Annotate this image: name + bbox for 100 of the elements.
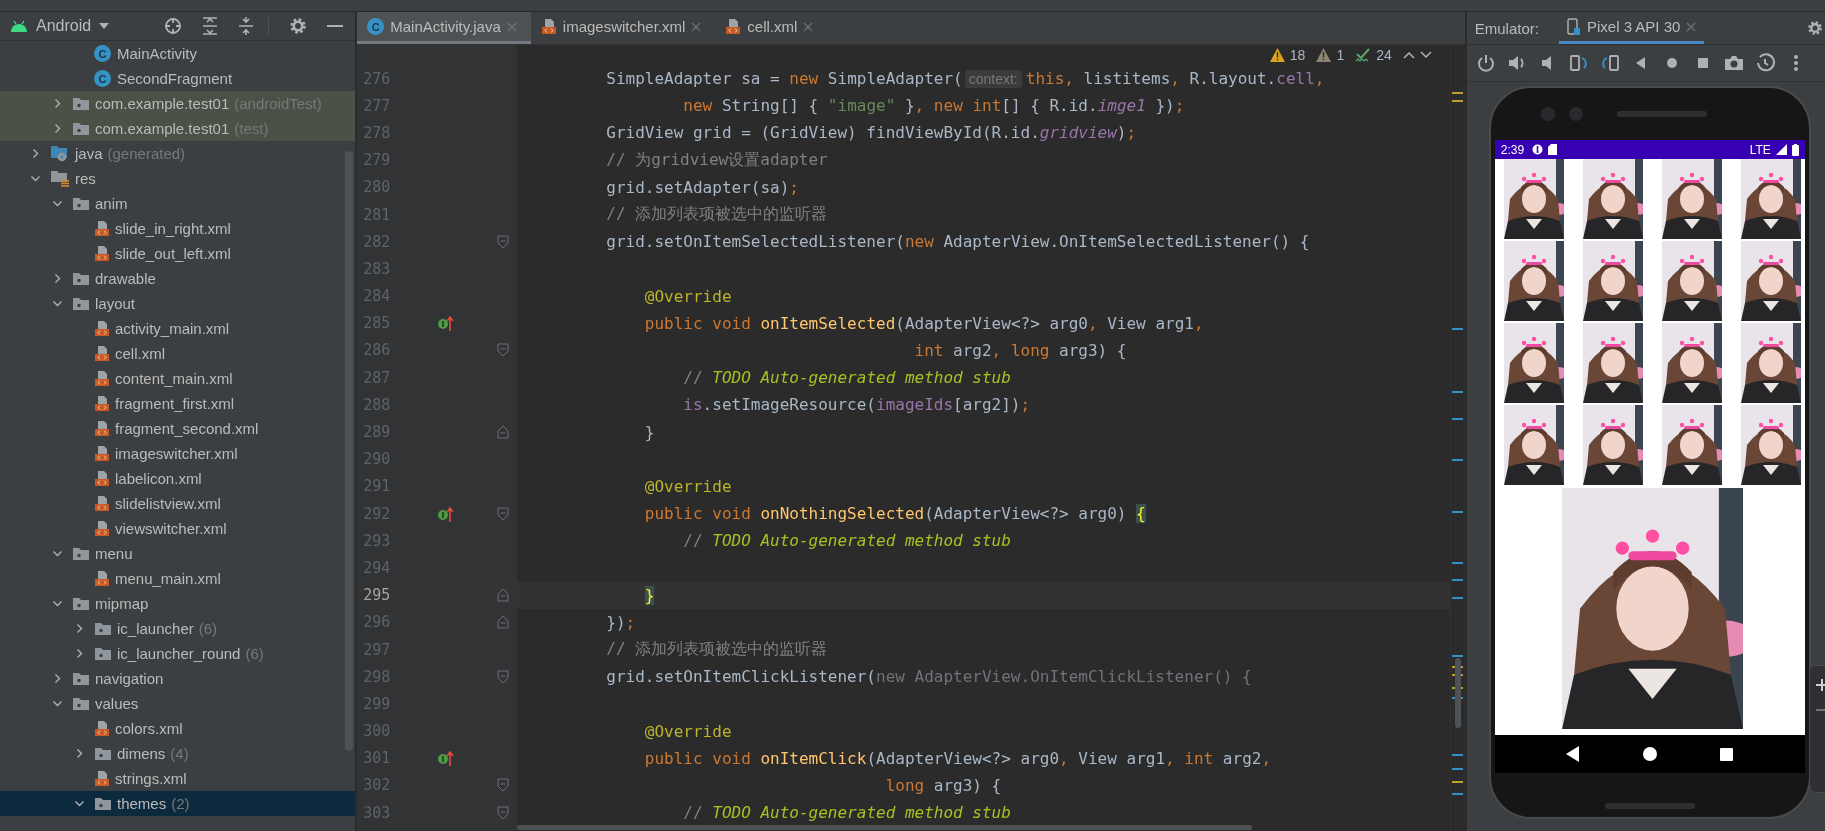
- dropdown-caret-icon[interactable]: [99, 23, 110, 29]
- chevron-down-icon[interactable]: [52, 698, 63, 709]
- folder-icon: [94, 646, 112, 661]
- folder-icon: [94, 746, 112, 761]
- tree-item[interactable]: mipmap: [0, 591, 356, 616]
- back-icon[interactable]: [1566, 746, 1581, 762]
- fold-marker-icon[interactable]: [497, 669, 510, 684]
- generated-folder-icon: [50, 145, 70, 162]
- tree-item[interactable]: strings.xml: [0, 766, 356, 791]
- home-icon[interactable]: [1643, 747, 1658, 761]
- xml-file-icon: [94, 520, 110, 537]
- chevron-right-icon[interactable]: [74, 623, 85, 634]
- resources-folder-icon: [50, 170, 70, 187]
- tree-item[interactable]: values: [0, 691, 356, 716]
- horizontal-scrollbar[interactable]: [517, 825, 1253, 830]
- tree-item[interactable]: ic_launcher_round (6): [0, 641, 356, 666]
- file-tab[interactable]: imageswitcher.xml: [530, 12, 716, 44]
- code-line: });: [605, 612, 636, 632]
- target-icon[interactable]: [164, 17, 183, 35]
- chevron-right-icon[interactable]: [52, 123, 63, 134]
- tree-item[interactable]: navigation: [0, 666, 356, 691]
- weak-warning-icon: [1316, 48, 1332, 62]
- folder-icon: [72, 671, 90, 686]
- chevron-up-icon[interactable]: [1402, 51, 1415, 59]
- chevron-down-icon[interactable]: [74, 798, 85, 809]
- tree-item[interactable]: menu: [0, 541, 356, 566]
- chevron-right-icon[interactable]: [74, 748, 85, 759]
- fold-marker-icon[interactable]: [497, 778, 510, 793]
- tree-item[interactable]: C SecondFragment: [0, 66, 356, 91]
- tree-item[interactable]: ic_launcher (6): [0, 616, 356, 641]
- scrollbar[interactable]: [345, 151, 354, 751]
- chevron-down-icon[interactable]: [52, 598, 63, 609]
- tree-item[interactable]: viewswitcher.xml: [0, 516, 356, 541]
- fold-marker-icon[interactable]: [497, 615, 510, 630]
- tree-item[interactable]: imageswitcher.xml: [0, 441, 356, 466]
- tree-item[interactable]: C MainActivity: [0, 41, 356, 66]
- camera-icon[interactable]: [1723, 53, 1744, 73]
- settings-icon[interactable]: [1807, 20, 1823, 36]
- tree-item[interactable]: activity_main.xml: [0, 316, 356, 341]
- rotate-left-icon[interactable]: [1568, 53, 1589, 73]
- collapse-all-icon[interactable]: [238, 17, 255, 35]
- tree-item[interactable]: slide_in_right.xml: [0, 216, 356, 241]
- device-tab[interactable]: Pixel 3 API 30: [1559, 12, 1705, 44]
- overview-icon[interactable]: [1720, 747, 1734, 761]
- rotate-right-icon[interactable]: [1599, 53, 1620, 73]
- tree-item[interactable]: cell.xml: [0, 341, 356, 366]
- fold-marker-icon[interactable]: [497, 234, 510, 249]
- override-marker-icon[interactable]: [437, 314, 456, 333]
- fold-marker-icon[interactable]: [497, 805, 510, 820]
- phone-icon: [1567, 17, 1581, 36]
- tree-item[interactable]: drawable: [0, 266, 356, 291]
- folder-icon: [72, 96, 90, 111]
- zoom-in-icon[interactable]: [1815, 678, 1825, 692]
- fold-marker-icon[interactable]: [497, 506, 510, 521]
- tree-item[interactable]: content_main.xml: [0, 366, 356, 391]
- tree-item[interactable]: slide_out_left.xml: [0, 241, 356, 266]
- chevron-down-icon[interactable]: [52, 548, 63, 559]
- fold-marker-icon[interactable]: [497, 588, 510, 603]
- view-selector[interactable]: Android: [36, 17, 92, 35]
- tree-item[interactable]: java (generated): [0, 141, 356, 166]
- tree-item[interactable]: themes (2): [0, 791, 356, 816]
- override-marker-icon[interactable]: [437, 504, 456, 523]
- chevron-down-icon[interactable]: [1419, 51, 1432, 59]
- tree-item[interactable]: labelicon.xml: [0, 466, 356, 491]
- tree-item[interactable]: fragment_second.xml: [0, 416, 356, 441]
- tree-item[interactable]: fragment_first.xml: [0, 391, 356, 416]
- zoom-out-icon[interactable]: [1815, 708, 1825, 712]
- chevron-right-icon[interactable]: [52, 673, 63, 684]
- tree-item[interactable]: layout: [0, 291, 356, 316]
- chevron-right-icon[interactable]: [52, 98, 63, 109]
- folder-icon: [72, 296, 90, 311]
- class-icon: C: [94, 70, 111, 87]
- tree-item[interactable]: colors.xml: [0, 716, 356, 741]
- chevron-down-icon[interactable]: [52, 198, 63, 209]
- expand-all-icon[interactable]: [202, 17, 219, 35]
- inspection-widget[interactable]: 18 1 24: [1269, 45, 1432, 65]
- chevron-down-icon[interactable]: [30, 173, 41, 184]
- xml-file-icon: [94, 370, 110, 387]
- settings-icon[interactable]: [289, 17, 308, 35]
- file-tab[interactable]: C MainActivity.java: [357, 12, 531, 44]
- chevron-right-icon[interactable]: [30, 148, 41, 159]
- chevron-right-icon[interactable]: [74, 648, 85, 659]
- fold-marker-icon[interactable]: [497, 343, 510, 358]
- xml-file-icon: [94, 570, 110, 587]
- tree-item[interactable]: menu_main.xml: [0, 566, 356, 591]
- snapshot-icon[interactable]: [1754, 53, 1775, 73]
- minimize-icon[interactable]: [327, 24, 344, 28]
- override-marker-icon[interactable]: [437, 749, 456, 768]
- fold-marker-icon[interactable]: [497, 425, 510, 440]
- chevron-down-icon[interactable]: [52, 298, 63, 309]
- error-stripe[interactable]: [1449, 45, 1465, 831]
- folder-icon: [72, 696, 90, 711]
- folder-icon: [72, 196, 90, 211]
- tree-item[interactable]: res: [0, 166, 356, 191]
- tree-item[interactable]: slidelistview.xml: [0, 491, 356, 516]
- tree-item[interactable]: dimens (4): [0, 741, 356, 766]
- chevron-right-icon[interactable]: [52, 273, 63, 284]
- tree-item[interactable]: anim: [0, 191, 356, 216]
- file-tab[interactable]: cell.xml: [715, 12, 828, 44]
- power-icon[interactable]: [1475, 53, 1496, 73]
